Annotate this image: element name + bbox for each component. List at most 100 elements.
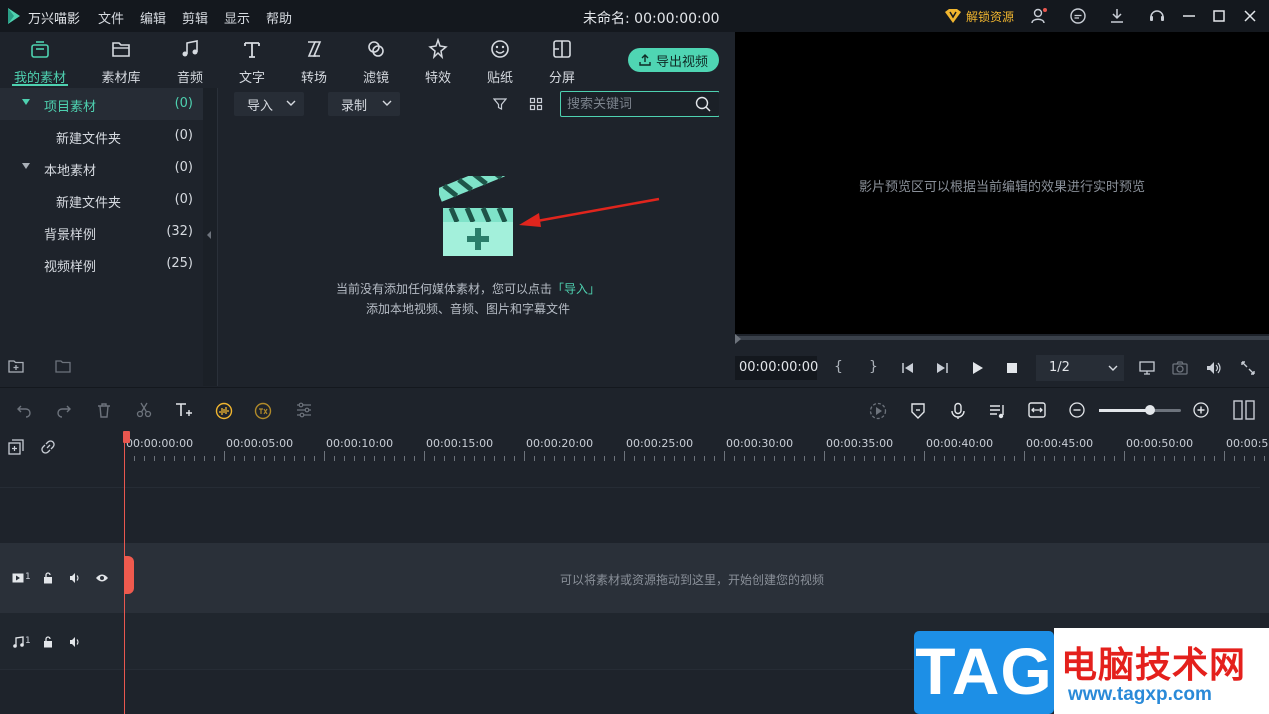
filter-funnel-icon[interactable] — [493, 97, 507, 111]
media-panel: 导入 录制 当前没有添加任何媒体素材，您可以点击「导入」 添加本地视频、音频、图… — [217, 88, 720, 386]
marker-shield-icon[interactable] — [909, 402, 927, 420]
tab-filter[interactable]: 滤镜 — [346, 38, 406, 86]
import-dropdown[interactable]: 导入 — [234, 92, 304, 116]
undo-icon[interactable] — [16, 402, 32, 418]
tab-text[interactable]: 文字 — [222, 38, 282, 86]
tree-item-new-folder[interactable]: 新建文件夹 (0) — [0, 184, 203, 216]
tab-my-media[interactable]: 我的素材 — [10, 38, 70, 86]
zoom-slider-handle[interactable] — [1145, 405, 1155, 415]
search-input[interactable] — [567, 95, 692, 113]
tree-item-local-media[interactable]: 本地素材 (0) — [0, 152, 203, 184]
track-volume-icon[interactable] — [69, 572, 81, 584]
new-folder-icon[interactable] — [8, 358, 24, 374]
audio-detect-icon[interactable] — [215, 402, 233, 420]
tab-sticker[interactable]: 贴纸 — [470, 38, 530, 86]
menu-view[interactable]: 显示 — [224, 8, 250, 27]
next-frame-icon[interactable] — [935, 361, 949, 375]
ruler-label: 00:00:00:00 — [126, 437, 194, 450]
link-icon[interactable] — [40, 439, 56, 455]
preview-scrubber[interactable] — [735, 336, 1269, 340]
video-track-number: 1 — [25, 572, 31, 582]
tree-item-label: 视频样例 — [44, 260, 97, 275]
search-icon[interactable] — [695, 96, 711, 112]
expand-triangle-icon[interactable] — [22, 163, 30, 169]
adjust-sliders-icon[interactable] — [295, 402, 313, 418]
folder-outline-icon[interactable] — [55, 358, 71, 374]
timeline-ruler[interactable]: 00:00:00:00 00:00:05:00 00:00:10:00 00:0… — [0, 431, 1269, 463]
prev-frame-icon[interactable] — [901, 361, 915, 375]
unlock-label: 解锁资源 — [966, 9, 1015, 24]
tab-effects[interactable]: 特效 — [408, 38, 468, 86]
display-settings-icon[interactable] — [1139, 361, 1155, 375]
ruler-label: 00:00:30:00 — [726, 437, 794, 450]
zoom-slider[interactable] — [1099, 409, 1181, 412]
stop-icon[interactable] — [1005, 361, 1019, 375]
speech-to-text-icon[interactable] — [254, 402, 272, 420]
transition-icon — [307, 41, 322, 57]
import-link[interactable]: 「导入」 — [552, 282, 600, 296]
watermark-tag-logo: TAG — [914, 631, 1054, 714]
account-icon[interactable] — [1030, 7, 1048, 25]
mark-out-button[interactable]: } — [869, 359, 878, 375]
collapse-arrow-icon[interactable] — [206, 231, 212, 239]
export-video-button[interactable]: 导出视频 — [628, 48, 719, 72]
grid-view-icon[interactable] — [529, 97, 543, 111]
menu-file[interactable]: 文件 — [98, 8, 124, 27]
visibility-eye-icon[interactable] — [95, 572, 109, 584]
maximize-icon[interactable] — [1210, 7, 1228, 25]
unlock-icon[interactable] — [43, 636, 53, 648]
zoom-in-icon[interactable] — [1193, 402, 1209, 418]
empty-track-area — [0, 463, 1269, 543]
timeline-layout-icon[interactable] — [1233, 400, 1255, 420]
effects-star-icon — [428, 38, 448, 60]
fit-timeline-icon[interactable] — [1028, 402, 1046, 418]
playhead-clip-marker[interactable] — [124, 556, 134, 594]
tab-media-library[interactable]: 素材库 — [91, 38, 151, 86]
import-label: 导入 — [247, 98, 274, 114]
playhead-handle[interactable] — [123, 431, 130, 443]
add-text-icon[interactable] — [175, 402, 193, 418]
track-volume-icon[interactable] — [69, 636, 81, 648]
delete-icon[interactable] — [96, 402, 112, 418]
snapshot-camera-icon[interactable] — [1172, 361, 1188, 375]
fullscreen-icon[interactable] — [1241, 361, 1255, 375]
play-icon[interactable] — [970, 361, 984, 375]
expand-triangle-icon[interactable] — [22, 99, 30, 105]
microphone-icon[interactable] — [949, 402, 967, 420]
volume-icon[interactable] — [1206, 361, 1222, 375]
download-icon[interactable] — [1108, 7, 1126, 25]
menu-edit[interactable]: 编辑 — [140, 8, 166, 27]
tab-audio[interactable]: 音频 — [160, 38, 220, 86]
menu-help[interactable]: 帮助 — [266, 8, 292, 27]
scrubber-handle-icon[interactable] — [735, 334, 743, 344]
preview-quality-dropdown[interactable]: 1/2 — [1036, 355, 1124, 381]
scissors-icon[interactable] — [136, 402, 152, 418]
mark-in-button[interactable]: { — [834, 359, 843, 375]
vip-diamond-icon — [945, 9, 961, 23]
quality-value: 1/2 — [1049, 360, 1070, 375]
sticker-icon — [491, 40, 509, 58]
watermark-site-name: 电脑技术网 — [1061, 645, 1247, 686]
tree-item-new-folder[interactable]: 新建文件夹 (0) — [0, 120, 203, 152]
audio-mixer-icon[interactable] — [989, 402, 1007, 420]
menu-clip[interactable]: 剪辑 — [182, 8, 208, 27]
record-dropdown[interactable]: 录制 — [328, 92, 400, 116]
tree-item-project-media[interactable]: 项目素材 (0) — [0, 88, 203, 120]
media-toolbar: 我的素材 素材库 音频 文字 转场 滤镜 特效 贴纸 分屏 — [0, 32, 735, 88]
feedback-icon[interactable] — [1069, 7, 1087, 25]
tab-transition[interactable]: 转场 — [284, 38, 344, 86]
preview-controls: 00:00:00:00 { } 1/2 — [735, 334, 1269, 386]
tree-item-background-samples[interactable]: 背景样例 (32) — [0, 216, 203, 248]
add-track-icon[interactable] — [8, 439, 24, 455]
tab-split-screen[interactable]: 分屏 — [532, 38, 592, 86]
support-headset-icon[interactable] — [1148, 7, 1166, 25]
render-preview-icon[interactable] — [869, 402, 887, 420]
minimize-icon[interactable] — [1180, 7, 1198, 25]
redo-icon[interactable] — [56, 402, 72, 418]
close-icon[interactable] — [1241, 7, 1259, 25]
tree-item-video-samples[interactable]: 视频样例 (25) — [0, 248, 203, 280]
unlock-icon[interactable] — [43, 572, 53, 584]
zoom-out-icon[interactable] — [1069, 402, 1085, 418]
video-track-body[interactable]: 可以将素材或资源拖动到这里，开始创建您的视频 — [124, 543, 1260, 613]
unlock-resources-button[interactable]: 解锁资源 — [944, 7, 1014, 25]
